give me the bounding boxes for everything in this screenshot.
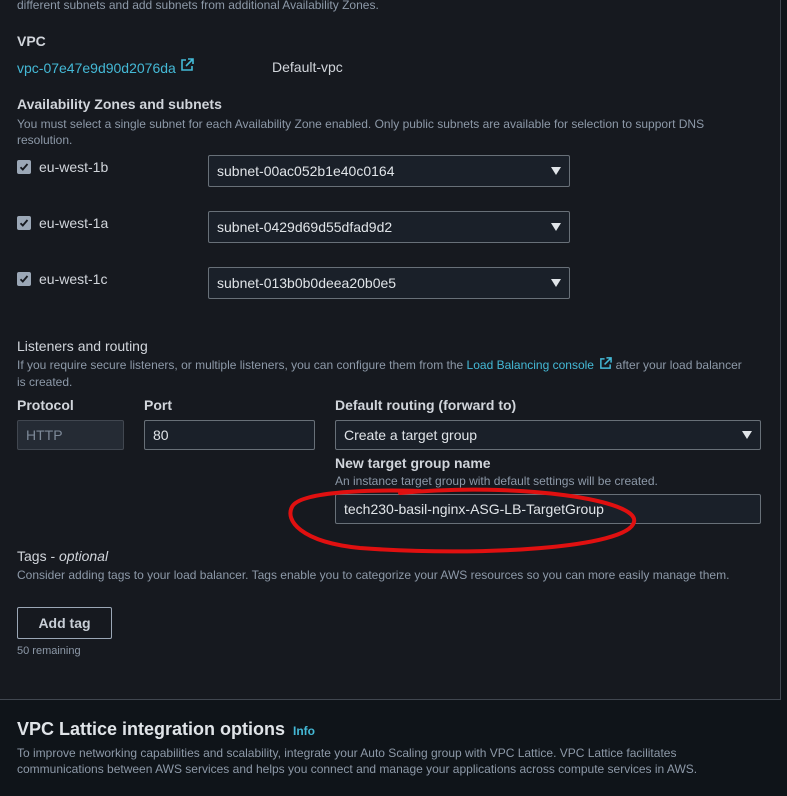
subnet-select[interactable]: subnet-0429d69d55dfad9d2 xyxy=(208,211,570,243)
tags-label: Tags - optional xyxy=(17,548,108,564)
load-balancer-panel: different subnets and add subnets from a… xyxy=(0,0,781,700)
protocol-input: HTTP xyxy=(17,420,124,450)
lattice-title: VPC Lattice integration options xyxy=(17,719,286,739)
az-checkbox-row[interactable]: eu-west-1c xyxy=(17,271,107,287)
subnet-value: subnet-013b0b0deea20b0e5 xyxy=(217,275,397,291)
top-description: different subnets and add subnets from a… xyxy=(17,0,379,12)
listeners-desc-pre: If you require secure listeners, or mult… xyxy=(17,358,464,372)
vpc-label: VPC xyxy=(17,33,46,49)
az-zone-label: eu-west-1c xyxy=(39,271,108,287)
default-routing-select[interactable]: Create a target group xyxy=(335,420,761,450)
external-link-icon xyxy=(180,58,194,77)
lattice-description: To improve networking capabilities and s… xyxy=(17,745,777,777)
az-zone-label: eu-west-1b xyxy=(39,159,109,175)
az-label: Availability Zones and subnets xyxy=(17,96,222,112)
vpc-link[interactable]: vpc-07e47e9d90d2076da xyxy=(17,58,194,77)
az-description: You must select a single subnet for each… xyxy=(17,116,767,148)
caret-down-icon xyxy=(551,167,561,175)
page: different subnets and add subnets from a… xyxy=(0,0,787,796)
az-desc-line2: resolution. xyxy=(17,133,73,147)
tags-label-text: Tags - xyxy=(17,548,60,564)
lattice-desc-line1: To improve networking capabilities and s… xyxy=(17,746,677,760)
az-desc-line1: You must select a single subnet for each… xyxy=(17,117,705,131)
listeners-description: If you require secure listeners, or mult… xyxy=(17,357,777,390)
port-input[interactable]: 80 xyxy=(144,420,315,450)
subnet-value: subnet-00ac052b1e40c0164 xyxy=(217,163,395,179)
checkbox-checked-icon[interactable] xyxy=(17,216,31,230)
az-checkbox-row[interactable]: eu-west-1b xyxy=(17,159,108,175)
listeners-desc-post: after your load balancer xyxy=(615,358,742,372)
vpc-id-link[interactable]: vpc-07e47e9d90d2076da xyxy=(17,60,176,76)
caret-down-icon xyxy=(551,223,561,231)
lattice-header: VPC Lattice integration options Info xyxy=(17,719,315,740)
vpc-name: Default-vpc xyxy=(272,59,343,75)
az-zone-label: eu-west-1a xyxy=(39,215,109,231)
load-balancing-console-link[interactable]: Load Balancing console xyxy=(467,358,594,372)
listeners-label: Listeners and routing xyxy=(17,338,148,354)
port-label: Port xyxy=(144,397,172,413)
lattice-desc-line2: communications between AWS services and … xyxy=(17,762,698,776)
listeners-desc-line1: If you require secure listeners, or mult… xyxy=(17,357,777,374)
checkbox-checked-icon[interactable] xyxy=(17,272,31,286)
tags-remaining: 50 remaining xyxy=(17,645,81,657)
subnet-select[interactable]: subnet-013b0b0deea20b0e5 xyxy=(208,267,570,299)
add-tag-button[interactable]: Add tag xyxy=(17,607,112,639)
default-routing-value: Create a target group xyxy=(344,427,478,443)
target-group-name-description: An instance target group with default se… xyxy=(335,474,658,488)
target-group-name-label: New target group name xyxy=(335,455,491,471)
caret-down-icon xyxy=(551,279,561,287)
az-checkbox-row[interactable]: eu-west-1a xyxy=(17,215,108,231)
protocol-label: Protocol xyxy=(17,397,74,413)
subnet-value: subnet-0429d69d55dfad9d2 xyxy=(217,219,393,235)
target-group-name-input[interactable]: tech230-basil-nginx-ASG-LB-TargetGroup xyxy=(335,494,761,524)
info-link[interactable]: Info xyxy=(293,724,315,738)
checkbox-checked-icon[interactable] xyxy=(17,160,31,174)
tags-optional-label: optional xyxy=(59,548,109,564)
subnet-select[interactable]: subnet-00ac052b1e40c0164 xyxy=(208,155,570,187)
listeners-desc-line2: is created. xyxy=(17,375,73,390)
external-link-icon xyxy=(599,357,613,374)
tags-description: Consider adding tags to your load balanc… xyxy=(17,568,730,582)
default-routing-label: Default routing (forward to) xyxy=(335,397,517,413)
caret-down-icon xyxy=(742,431,752,439)
